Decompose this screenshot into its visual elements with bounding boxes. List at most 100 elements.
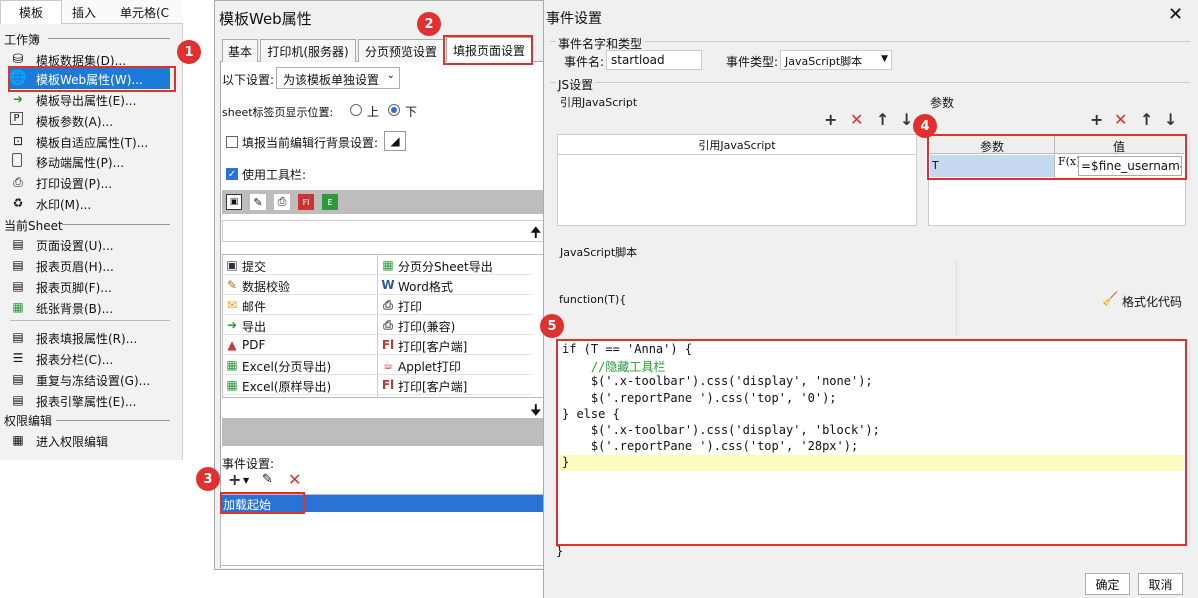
settings-label: 以下设置:: [222, 73, 275, 87]
menu-item-label: 模板导出属性(E)...: [36, 94, 137, 108]
radio-top[interactable]: [350, 104, 362, 116]
ok-button[interactable]: 确定: [1085, 573, 1130, 595]
footer-icon: ▤: [12, 279, 24, 293]
broom-icon: 🧹: [1102, 292, 1119, 307]
ribbon-tab-template[interactable]: 模板: [0, 0, 62, 24]
highlight-box-2: [443, 35, 533, 65]
section-workbook: 工作簿: [4, 33, 41, 47]
param-move-up-icon[interactable]: ↑: [1140, 110, 1153, 129]
menu-item-columns[interactable]: ☰ 报表分栏(C)...: [8, 348, 173, 368]
tab-printer[interactable]: 打印机(服务器): [260, 39, 356, 62]
menu-item-header[interactable]: ▤ 报表页眉(H)...: [8, 255, 173, 275]
export-icon: ➜: [12, 92, 24, 106]
use-toolbar-label: 使用工具栏:: [242, 168, 307, 182]
menu-item-mobile[interactable]: 移动端属性(P)...: [8, 151, 173, 171]
menu-item-export-properties[interactable]: ➜ 模板导出属性(E)...: [8, 89, 173, 109]
tab-basic[interactable]: 基本: [222, 39, 258, 62]
edit-icon[interactable]: ✎: [262, 472, 273, 487]
bg-color-button[interactable]: ◢: [384, 131, 406, 151]
engine-icon: ▤: [12, 393, 24, 407]
toolbar-option-label: 打印[客户端]: [398, 380, 468, 394]
menu-item-page-setup[interactable]: ▤ 页面设置(U)...: [8, 234, 173, 254]
toolbar-option-word[interactable]: W Word格式: [378, 275, 532, 295]
arrow-up-icon[interactable]: 🠉: [530, 222, 542, 246]
highlight-box-5: [556, 339, 1187, 546]
toolbar-option-pdf[interactable]: ▲ PDF: [222, 335, 376, 355]
database-icon: ⛁: [12, 51, 24, 67]
toolbar-option-print-client[interactable]: Fl 打印[客户端]: [378, 335, 532, 355]
toolbar-option-print[interactable]: ⎙ 打印: [378, 295, 532, 315]
event-name-label: 事件名:: [564, 55, 605, 69]
menu-item-label: 报表页眉(H)...: [36, 260, 114, 274]
delete-icon[interactable]: ✕: [288, 470, 301, 489]
menu-item-adaptive[interactable]: ⊡ 模板自适应属性(T)...: [8, 131, 173, 151]
menu-item-fill-properties[interactable]: ▤ 报表填报属性(R)...: [8, 327, 173, 347]
printer-icon: ⎙: [274, 194, 290, 210]
event-type-select[interactable]: JavaScript脚本 ▼: [780, 50, 892, 70]
toolbar-option-label: 邮件: [242, 300, 267, 314]
toolbar-option-print-compatible[interactable]: ⎙ 打印(兼容): [378, 315, 532, 335]
menu-item-permissions[interactable]: ▦ 进入权限编辑: [8, 430, 173, 450]
radio-bottom-label: 下: [405, 105, 418, 119]
toolbar-option-label: 数据校验: [242, 280, 291, 294]
menu-item-params[interactable]: P 模板参数(A)...: [8, 110, 173, 130]
menu-item-footer[interactable]: ▤ 报表页脚(F)...: [8, 276, 173, 296]
toolbar-checkbox[interactable]: ✓: [226, 168, 238, 180]
menu-item-label: 重复与冻结设置(G)...: [36, 374, 151, 388]
param-move-down-icon[interactable]: ↓: [1164, 110, 1177, 129]
toolbar-option-label: 打印: [398, 300, 423, 314]
menu-item-label: 进入权限编辑: [36, 435, 109, 449]
pencil-icon: ✎: [250, 194, 266, 210]
menu-item-watermark[interactable]: ♻ 水印(M)...: [8, 193, 173, 213]
toolbar-option-excel-original[interactable]: ▦ Excel(原样导出): [222, 375, 376, 395]
event-dialog-title: 事件设置: [546, 11, 602, 27]
toolbar-option-export[interactable]: ➜ 导出: [222, 315, 376, 335]
closing-brace: }: [556, 544, 564, 558]
toolbar-option-data-validation[interactable]: ✎ 数据校验: [222, 275, 376, 295]
delete-icon[interactable]: ✕: [850, 110, 863, 129]
add-param-icon[interactable]: +: [1090, 110, 1103, 129]
menu-item-print-settings[interactable]: ⎙ 打印设置(P)...: [8, 172, 173, 192]
toolbar-gray-area: [222, 418, 544, 446]
tab-pagination-preview[interactable]: 分页预览设置: [358, 39, 444, 62]
close-icon[interactable]: ✕: [1168, 4, 1183, 25]
toolbar-option-applet-print[interactable]: ☕ Applet打印: [378, 355, 532, 375]
ribbon-tab-cell[interactable]: 单元格(C: [120, 0, 169, 24]
radio-bottom[interactable]: [388, 104, 400, 116]
word-icon: W: [381, 278, 395, 292]
export-icon: ➜: [226, 318, 238, 332]
move-down-icon[interactable]: ↓: [900, 110, 913, 129]
menu-item-label: 报表页脚(F)...: [36, 281, 112, 295]
section-permissions: 权限编辑: [4, 414, 53, 428]
toolbar-option-label: Word格式: [398, 280, 453, 294]
settings-select[interactable]: 为该模板单独设置 ⌄: [276, 67, 400, 89]
cancel-button[interactable]: 取消: [1138, 573, 1183, 595]
toolbar-option-email[interactable]: ✉ 邮件: [222, 295, 376, 315]
freeze-icon: ▤: [12, 372, 24, 386]
add-icon[interactable]: +: [824, 110, 837, 129]
ribbon-tab-insert[interactable]: 插入: [62, 0, 106, 24]
toolbar-option-label: 打印(兼容): [398, 320, 456, 334]
toolbar-option-print-client-2[interactable]: Fl 打印[客户端]: [378, 375, 532, 395]
menu-item-background[interactable]: ▦ 纸张背景(B)...: [8, 297, 173, 317]
chevron-down-icon[interactable]: ▼: [243, 476, 249, 485]
menu-item-label: 模板自适应属性(T)...: [36, 136, 149, 150]
menu-item-engine[interactable]: ▤ 报表引擎属性(E)...: [8, 390, 173, 410]
toolbar-option-paged-sheet-export[interactable]: ▦ 分页分Sheet导出: [378, 255, 532, 275]
settings-select-value: 为该模板单独设置: [283, 73, 380, 87]
ref-js-label: 引用JavaScript: [560, 96, 638, 109]
toolbar-option-excel-paged[interactable]: ▦ Excel(分页导出): [222, 355, 376, 375]
ref-js-column-header: 引用JavaScript: [558, 135, 916, 155]
add-event-icon[interactable]: +: [228, 470, 241, 489]
highlight-box-4: [927, 134, 1187, 180]
move-up-icon[interactable]: ↑: [876, 110, 889, 129]
bg-checkbox[interactable]: [226, 136, 238, 148]
format-code-button[interactable]: 🧹 格式化代码: [1102, 292, 1186, 310]
toolbar-option-submit[interactable]: ▣ 提交: [222, 255, 376, 275]
event-name-input[interactable]: startload: [606, 50, 702, 70]
web-dialog-title: 模板Web属性: [219, 10, 312, 28]
menu-item-freeze[interactable]: ▤ 重复与冻结设置(G)...: [8, 369, 173, 389]
menu-item-label: 页面设置(U)...: [36, 239, 114, 253]
params-label: 参数: [930, 96, 955, 110]
delete-param-icon[interactable]: ✕: [1114, 110, 1127, 129]
